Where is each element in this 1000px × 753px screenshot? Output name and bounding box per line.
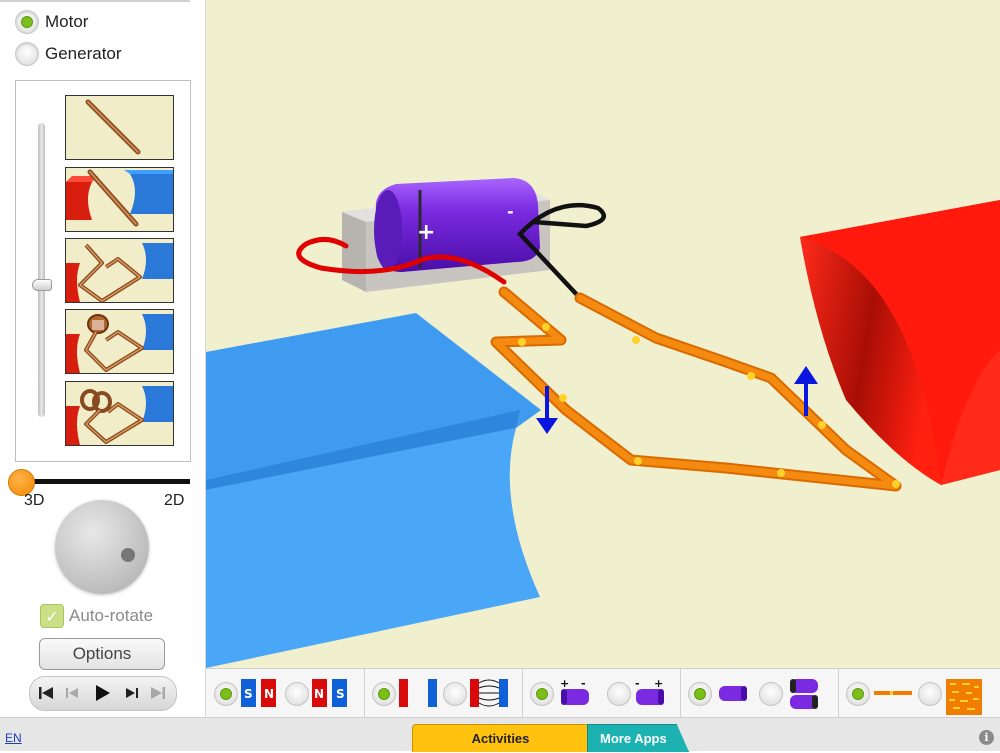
info-icon[interactable]: i [979,730,994,745]
radio-selected-dot [378,688,390,700]
simulation-canvas[interactable]: + - [206,0,1000,668]
single-battery-icon[interactable] [715,677,755,709]
svg-text:N: N [264,687,274,701]
svg-text:N: N [314,687,324,701]
step-back-button[interactable] [60,681,84,705]
skip-to-start-button[interactable] [34,681,58,705]
options-button[interactable]: Options [39,638,165,670]
radio-button[interactable] [285,682,309,706]
model-thumb-wire-between-magnets[interactable] [65,167,174,232]
dial-indicator [121,548,135,562]
electron-flow-icon[interactable] [944,677,984,717]
svg-text:-: - [635,677,640,690]
radio-button[interactable] [372,682,396,706]
language-link[interactable]: EN [5,731,22,745]
radio-selected-dot [536,688,548,700]
step-forward-button[interactable] [120,681,144,705]
tab-activities[interactable]: Activities [412,724,589,752]
radio-button[interactable] [15,42,39,66]
radio-button[interactable] [214,682,238,706]
model-thumb-loop-with-commutator[interactable] [65,309,174,374]
footer-bar: EN Activities More Apps i [0,717,1000,752]
radio-button[interactable] [443,682,467,706]
svg-text:+: + [654,677,663,690]
view-2d-label: 2D [164,492,185,509]
component-toolbar: S N N S + - - + [206,668,1000,718]
svg-text:+: + [560,677,569,690]
play-icon [96,685,110,701]
mode-label: Motor [45,12,89,31]
battery-count-group [680,669,839,718]
blue-magnet [206,313,541,668]
radio-button[interactable] [530,682,554,706]
magnetic-field-group [364,669,523,718]
radio-button[interactable] [15,10,39,34]
rotation-dial[interactable] [55,500,149,594]
view-3d-label: 3D [24,492,45,509]
left-panel: Motor Generator 3D 2D ✓ Auto-rotate Opti… [0,0,206,717]
split-ring-loop-icon [66,386,173,445]
radio-selected-dot [852,688,864,700]
check-icon[interactable]: ✓ [40,604,64,628]
model-selector [15,80,191,462]
magnet-ns-icon[interactable]: N S [310,677,350,709]
square-loop-icon [66,243,173,302]
radio-button[interactable] [918,682,942,706]
svg-text:-: - [581,677,586,690]
magnetic-field-lines-icon[interactable] [468,677,510,709]
play-button[interactable] [90,681,114,705]
straight-wire-icon [85,99,141,155]
slider-handle[interactable] [32,279,52,291]
magnet-orientation-group: S N N S [206,669,365,718]
radio-button[interactable] [759,682,783,706]
motor-scene: + - [206,178,1000,668]
radio-selected-dot [694,688,706,700]
view-dimension-slider[interactable] [20,479,190,484]
radio-button[interactable] [688,682,712,706]
skip-start-icon [39,687,53,699]
tab-more-apps[interactable]: More Apps [587,724,689,752]
battery-minus-plus-icon[interactable]: - + [632,677,672,709]
autorotate-checkbox[interactable]: ✓ Auto-rotate [40,604,153,628]
mode-motor-option[interactable]: Motor [15,9,88,35]
radio-selected-dot [21,16,33,28]
battery-polarity-group: + - - + [522,669,681,718]
model-thumb-straight-wire[interactable] [65,95,174,160]
autorotate-label: Auto-rotate [69,606,154,625]
step-forward-icon [126,688,138,698]
model-thumb-loop-with-split-rings[interactable] [65,381,174,446]
wire-magnets-icon [66,169,173,227]
radio-selected-dot [220,688,232,700]
model-level-slider[interactable] [32,123,52,417]
battery-plus-minus-icon[interactable]: + - [557,677,597,709]
step-back-icon [66,688,78,698]
svg-text:S: S [336,687,345,701]
divider [0,0,190,2]
battery-minus-label: - [507,202,514,221]
wire-current-icon[interactable] [872,677,914,709]
current-display-group [838,669,1000,718]
battery-plus-label: + [417,220,435,245]
model-thumb-square-loop[interactable] [65,238,174,303]
svg-text:S: S [244,687,253,701]
mode-generator-option[interactable]: Generator [15,41,122,67]
playback-controls [29,676,177,711]
magnets-no-field-icon[interactable] [397,677,439,709]
commutator-loop-icon [66,314,173,373]
radio-button[interactable] [607,682,631,706]
skip-to-end-button[interactable] [146,681,170,705]
radio-button[interactable] [846,682,870,706]
mode-label: Generator [45,44,122,63]
magnet-sn-icon[interactable]: S N [239,677,279,709]
double-battery-icon[interactable] [786,677,826,711]
skip-end-icon [151,687,165,699]
